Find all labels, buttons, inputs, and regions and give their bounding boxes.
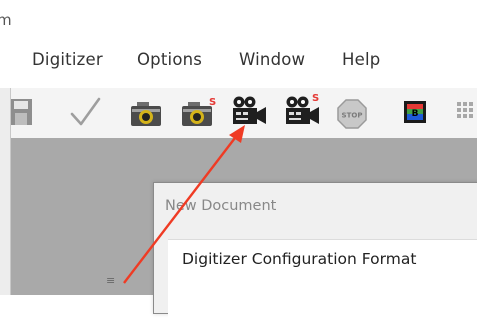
annotation-arrow — [123, 125, 245, 284]
